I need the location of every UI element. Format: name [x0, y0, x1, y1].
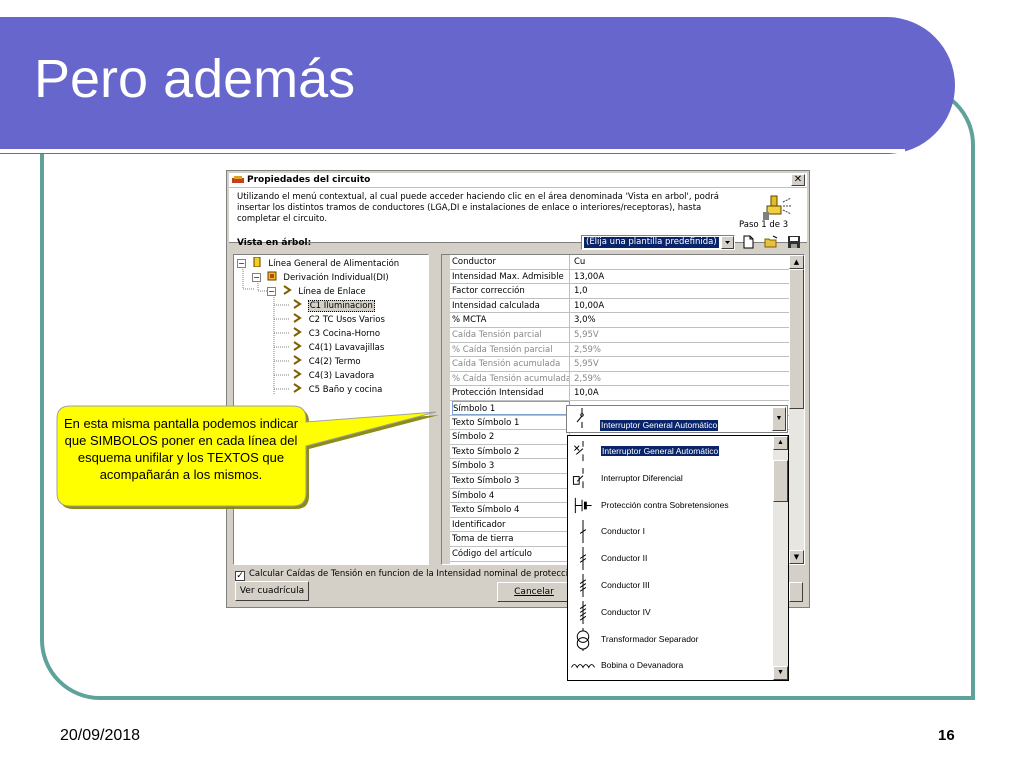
- callout-bubble: [56, 405, 439, 509]
- slide-number: 16: [938, 727, 955, 744]
- slide-date: 20/09/2018: [60, 727, 141, 744]
- callout-text: En esta misma pantalla podemos indicar q…: [63, 416, 299, 482]
